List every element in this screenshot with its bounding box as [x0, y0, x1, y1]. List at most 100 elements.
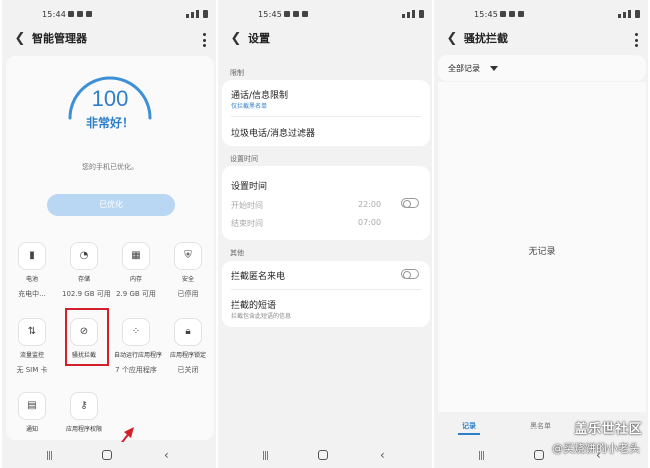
spam-filter[interactable]: 垃圾电话/消息过滤器	[231, 126, 315, 139]
set-time-toggle[interactable]	[401, 198, 419, 208]
status-bar: 15:44	[2, 0, 216, 26]
section-time: 设置时间	[230, 155, 258, 163]
tile-value: 已关闭	[177, 366, 199, 374]
smart-manager-card: 100 非常好！ 您的手机已优化。 已优化 ▮ 电池 充电中... ◔ 存储 1…	[6, 56, 214, 455]
restrict-card: 通话/信息限制 仅拦截黑名单 垃圾电话/消息过滤器	[222, 80, 430, 146]
app-bar: ❮ 智能管理器	[2, 28, 216, 52]
time-card: 设置时间 开始时间 22:00 结束时间 07:00	[222, 166, 430, 240]
memory-icon: ▦	[131, 250, 141, 261]
optimized-message: 您的手机已优化。	[82, 163, 138, 171]
recent-apps-icon[interactable]: |||	[262, 451, 269, 461]
lock-icon: 🔒︎	[185, 326, 191, 337]
tile-app-lock[interactable]: 🔒︎ 应用程序锁定 已关闭	[166, 318, 210, 375]
home-icon[interactable]	[534, 450, 544, 460]
wifi-icon	[186, 14, 189, 18]
battery-icon: ▮	[29, 250, 35, 261]
nav-back-icon[interactable]: ‹	[380, 448, 385, 462]
signal-bar-icon	[196, 10, 199, 18]
other-card: 拦截匿名来电 拦截的短语 拦截包含此短语的信息	[222, 261, 430, 327]
tab-records[interactable]: 记录	[462, 421, 476, 431]
tile-label: 应用程序权限	[65, 426, 102, 433]
record-filter-dropdown[interactable]: 全部记录	[438, 55, 646, 81]
end-time-label: 结束时间	[231, 219, 263, 228]
section-other: 其他	[230, 249, 244, 257]
home-icon[interactable]	[102, 450, 112, 460]
system-icons	[186, 10, 208, 18]
bag-icon	[518, 11, 524, 17]
image-icon	[68, 11, 74, 17]
storage-icon: ◔	[79, 250, 89, 261]
tile-label: 应用程序锁定	[169, 352, 206, 359]
device-status: 非常好！	[85, 116, 134, 130]
signal-bar-icon	[628, 10, 631, 18]
back-icon[interactable]: ❮	[446, 31, 458, 47]
status-time: 15:45	[474, 10, 499, 19]
tile-storage[interactable]: ◔ 存储 102.9 GB 可用	[62, 242, 111, 299]
tile-data-usage[interactable]: ⇅ 流量监控 无 SIM 卡	[10, 318, 54, 375]
settings-screen: 15:45 ❮ 设置 限制 通话/信息限制 仅拦截黑名单 垃圾电话/消息过滤器 …	[218, 0, 432, 468]
lock-status-icon	[293, 11, 299, 17]
status-bar: 15:45	[218, 0, 432, 26]
filter-label: 全部记录	[448, 64, 480, 73]
tile-label: 电池	[25, 276, 38, 283]
tile-value: 2.9 GB 可用	[116, 290, 156, 298]
tile-value: 7 个应用程序	[115, 366, 157, 374]
notification-icon: ▤	[27, 400, 37, 411]
call-msg-limit-sub: 仅拦截黑名单	[231, 103, 268, 110]
block-anonymous-toggle[interactable]	[401, 269, 419, 279]
watermark-community: 盖乐世社区	[574, 422, 642, 437]
home-icon[interactable]	[318, 450, 328, 460]
tile-label: 安全	[181, 276, 194, 283]
app-bar: ❮ 骚扰拦截	[434, 28, 648, 52]
tile-autorun[interactable]: ⁘ 自动运行应用程序 7 个应用程序	[114, 318, 163, 375]
lock-status-icon	[509, 11, 515, 17]
tile-memory[interactable]: ▦ 内存 2.9 GB 可用	[114, 242, 158, 299]
empty-state-text: 无记录	[528, 247, 556, 257]
signal-bar-icon	[412, 10, 415, 18]
call-msg-limit[interactable]: 通话/信息限制	[231, 88, 288, 101]
caret-down-icon	[490, 66, 498, 71]
notification-icons	[500, 11, 524, 17]
start-time-label: 开始时间	[231, 201, 263, 210]
tile-label: 内存	[129, 276, 142, 283]
tile-app-permissions[interactable]: ⚷ 应用程序权限	[62, 392, 106, 433]
end-time-value[interactable]: 07:00	[358, 218, 381, 227]
optimize-button[interactable]: 已优化	[47, 194, 175, 216]
tile-value: 102.9 GB 可用	[62, 290, 111, 298]
image-icon	[500, 11, 506, 17]
start-time-value[interactable]: 22:00	[358, 200, 381, 209]
recent-apps-icon[interactable]: |||	[478, 451, 485, 461]
tile-notifications[interactable]: ▤ 通知	[10, 392, 54, 433]
tab-blacklist[interactable]: 黑名单	[530, 421, 551, 431]
tile-label: 存储	[77, 276, 90, 283]
permission-icon: ⚷	[80, 400, 88, 411]
nav-back-icon[interactable]: ‹	[164, 448, 169, 462]
status-time: 15:45	[258, 10, 283, 19]
system-icons	[618, 10, 640, 18]
bag-icon	[86, 11, 92, 17]
active-tab-indicator	[458, 433, 480, 435]
divider	[231, 289, 421, 290]
recent-apps-icon[interactable]: |||	[46, 451, 53, 461]
highlight-box	[65, 308, 109, 366]
device-score: 100	[91, 86, 129, 111]
signal-icon	[623, 12, 626, 18]
system-icons	[402, 10, 424, 18]
tile-security[interactable]: ⛨ 安全 已停用	[166, 242, 210, 299]
more-options-icon[interactable]	[202, 33, 206, 47]
page-title: 智能管理器	[32, 32, 87, 45]
shield-icon: ⛨	[184, 250, 192, 261]
more-options-icon[interactable]	[634, 33, 638, 47]
call-blocking-screen: 15:45 ❮ 骚扰拦截 全部记录 无记录 记录 黑名单 ||| ‹ 盖乐世社区…	[434, 0, 648, 468]
blocked-sms[interactable]: 拦截的短语	[231, 298, 276, 311]
blocked-sms-sub: 拦截包含此短语的信息	[231, 313, 292, 320]
tile-battery[interactable]: ▮ 电池 充电中...	[10, 242, 54, 299]
watermark-author: @买烧饼的小老头	[552, 442, 640, 455]
battery-status-icon	[635, 10, 640, 18]
tile-label: 自动运行应用程序	[114, 352, 163, 359]
notification-icons	[68, 11, 92, 17]
back-icon[interactable]: ❮	[230, 31, 242, 47]
back-icon[interactable]: ❮	[14, 31, 26, 47]
autorun-icon: ⁘	[131, 326, 141, 337]
status-time: 15:44	[42, 10, 67, 19]
